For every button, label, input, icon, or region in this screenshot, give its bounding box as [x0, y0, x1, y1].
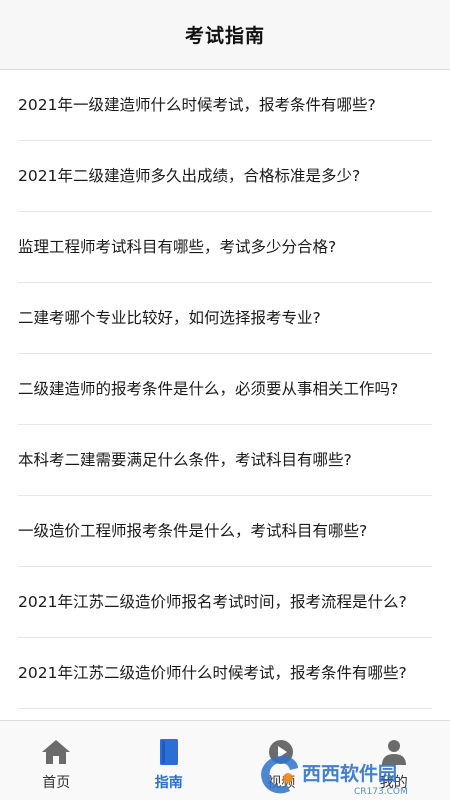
- tab-video[interactable]: 视频: [225, 721, 338, 800]
- article-title: 2021年一级建造师什么时候考试，报考条件有哪些?: [18, 95, 376, 114]
- page-title: 考试指南: [184, 25, 265, 47]
- tab-mine[interactable]: 我的: [338, 721, 450, 800]
- list-item[interactable]: 二建考哪个专业比较好，如何选择报考专业?: [18, 283, 432, 354]
- book-icon: [159, 739, 178, 765]
- person-icon: [381, 740, 406, 765]
- list-item[interactable]: 监理工程师考试科目有哪些，考试多少分合格?: [18, 212, 432, 283]
- tab-home[interactable]: 首页: [0, 721, 113, 800]
- tab-video-label: 视频: [267, 775, 296, 791]
- list-item[interactable]: 一级造价工程师报考条件是什么，考试科目有哪些?: [18, 496, 432, 567]
- article-title: 二建考哪个专业比较好，如何选择报考专业?: [18, 308, 321, 327]
- video-icon: [269, 740, 294, 764]
- home-icon: [42, 740, 71, 764]
- list-item[interactable]: 2021年二级建造师多久出成绩，合格标准是多少?: [18, 141, 432, 212]
- list-item[interactable]: 2021年江苏二级造价师报名考试时间，报考流程是什么?: [18, 567, 432, 638]
- list-item[interactable]: 2021年一级建造师什么时候考试，报考条件有哪些?: [18, 70, 432, 141]
- list-item[interactable]: 二级建造师的报考条件是什么，必须要从事相关工作吗?: [18, 354, 432, 425]
- article-title: 本科考二建需要满足什么条件，考试科目有哪些?: [18, 450, 352, 469]
- tab-home-label: 首页: [42, 775, 71, 791]
- tab-mine-label: 我的: [379, 775, 408, 791]
- tab-guide-label: 指南: [154, 775, 183, 791]
- article-title: 2021年二级建造师多久出成绩，合格标准是多少?: [18, 166, 361, 185]
- article-title: 一级造价工程师报考条件是什么，考试科目有哪些?: [18, 521, 368, 540]
- app-header: 考试指南: [0, 0, 450, 70]
- article-title: 二级建造师的报考条件是什么，必须要从事相关工作吗?: [18, 379, 399, 398]
- tab-guide[interactable]: 指南: [113, 721, 226, 800]
- article-title: 2021年江苏二级造价师报名考试时间，报考流程是什么?: [18, 592, 407, 611]
- article-list: 2021年一级建造师什么时候考试，报考条件有哪些? 2021年二级建造师多久出成…: [0, 70, 450, 720]
- list-item[interactable]: 2021年江苏二级造价师什么时候考试，报考条件有哪些?: [18, 638, 432, 709]
- list-item[interactable]: 本科考二建需要满足什么条件，考试科目有哪些?: [18, 425, 432, 496]
- article-title: 2021年江苏二级造价师什么时候考试，报考条件有哪些?: [18, 663, 407, 682]
- article-title: 监理工程师考试科目有哪些，考试多少分合格?: [18, 237, 337, 256]
- bottom-tab-bar: 首页 指南 视频 我的: [0, 720, 450, 800]
